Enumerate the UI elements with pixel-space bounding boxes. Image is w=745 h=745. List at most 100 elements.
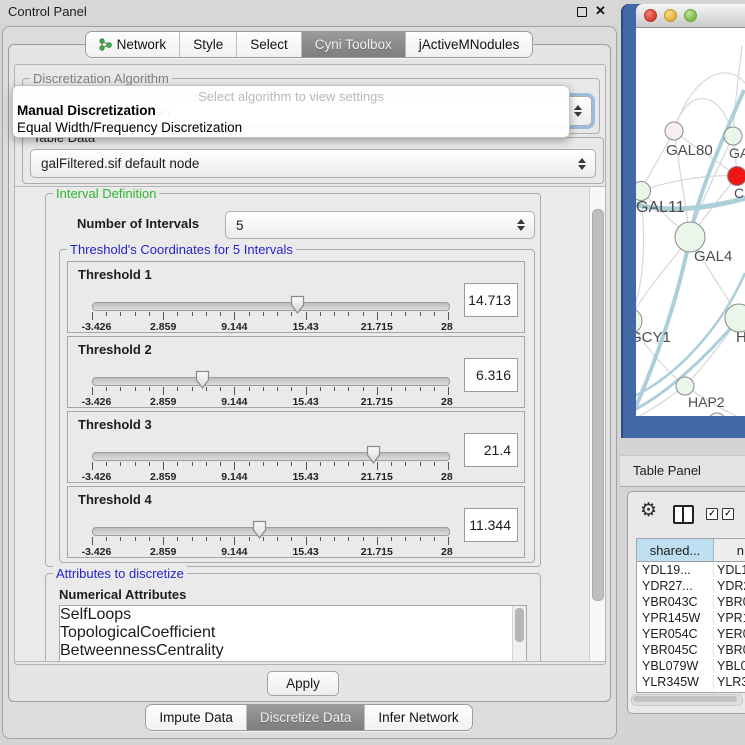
slider-tick-labels: -3.4262.8599.14415.4321.71528 [92, 396, 448, 408]
tab-label: Discretize Data [260, 710, 352, 725]
tab-impute-data[interactable]: Impute Data [146, 705, 246, 730]
settings-scrollbar-thumb[interactable] [592, 209, 604, 601]
gear-icon[interactable]: ⚙ [640, 501, 657, 520]
network-edge[interactable] [641, 176, 737, 191]
close-icon[interactable]: ✕ [595, 3, 606, 19]
list-item[interactable]: SelfLoops [60, 606, 526, 624]
popup-option-equal-width[interactable]: Equal Width/Frequency Discretization [17, 120, 242, 135]
table-horizontal-scrollbar-thumb[interactable] [633, 696, 737, 702]
threshold-label: Threshold 1 [78, 267, 152, 282]
num-intervals-combo[interactable]: 5 [225, 211, 535, 239]
threshold-slider-track[interactable] [92, 377, 450, 386]
settings-scroll-viewport: Interval Definition Number of Intervals … [14, 186, 606, 662]
attributes-scrollbar[interactable] [512, 606, 526, 662]
cell-shared-name: YPR145W [637, 611, 713, 625]
threshold-value-field[interactable]: 21.4 [464, 433, 518, 467]
tab-style[interactable]: Style [179, 32, 236, 57]
network-edge[interactable] [733, 46, 742, 136]
bottom-tab-group: Impute Data Discretize Data Infer Network [145, 704, 472, 731]
table-row[interactable]: YIL052CYIL0 [637, 690, 745, 693]
threshold-slider-thumb[interactable] [290, 295, 305, 315]
table-row[interactable]: YER054CYER0 [637, 626, 745, 642]
split-view-icon[interactable] [673, 505, 694, 524]
column-header-name[interactable]: n [714, 539, 745, 561]
popup-option-manual[interactable]: Manual Discretization [17, 103, 156, 118]
slider-tick-label: 28 [441, 321, 453, 333]
zoom-traffic-light-icon[interactable] [684, 9, 697, 22]
slider-tick-label: 15.43 [292, 396, 318, 408]
threshold-slider-track[interactable] [92, 302, 450, 311]
top-tab-bar: NetworkStyleSelect Cyni Toolbox jActiveMNo… [0, 31, 618, 58]
network-node[interactable] [725, 304, 745, 332]
threshold-value-field[interactable]: 6.316 [464, 358, 518, 392]
checkbox-icon[interactable]: ✓ [706, 508, 718, 520]
network-node[interactable] [665, 122, 683, 140]
column-header-shared-name[interactable]: shared... [637, 539, 714, 561]
settings-scrollbar[interactable] [589, 187, 605, 661]
network-node[interactable] [724, 127, 742, 145]
slider-tick-label: 21.715 [361, 471, 393, 483]
threshold-value-field[interactable]: 14.713 [464, 283, 518, 317]
tab-infer-network[interactable]: Infer Network [364, 705, 471, 730]
tab-discretize-data[interactable]: Discretize Data [246, 705, 365, 730]
slider-tick-label: 2.859 [150, 396, 176, 408]
tab-cyni-toolbox[interactable]: Cyni Toolbox [301, 32, 405, 57]
table-row[interactable]: YPR145WYPR1 [637, 610, 745, 626]
cell-name: YIL0 [713, 691, 745, 693]
network-node[interactable] [636, 182, 651, 201]
tab-label: Cyni Toolbox [315, 37, 392, 52]
list-item[interactable]: TopologicalCoefficient [60, 624, 526, 642]
attributes-scrollbar-thumb[interactable] [515, 608, 524, 642]
threshold-slider-track[interactable] [92, 452, 450, 461]
tab-network[interactable]: Network [86, 32, 180, 57]
table-data-combo[interactable]: galFiltered.sif default node [30, 149, 596, 178]
table-row[interactable]: YBR043CYBR0 [637, 594, 745, 610]
table-horizontal-scrollbar[interactable] [631, 694, 743, 706]
control-panel-titlebar: Control Panel ✕ [0, 0, 619, 24]
apply-button[interactable]: Apply [267, 671, 339, 696]
cell-shared-name: YBL079W [637, 659, 713, 673]
network-canvas[interactable]: GAL80GACGAL11GAL4GCY1HHAP2 [636, 28, 745, 416]
minimize-traffic-light-icon[interactable] [664, 9, 677, 22]
table-row[interactable]: YDR27...YDR2 [637, 578, 745, 594]
network-node[interactable] [676, 377, 694, 395]
num-intervals-label: Number of Intervals [77, 216, 199, 231]
algorithm-group-label: Discretization Algorithm [30, 71, 172, 86]
close-traffic-light-icon[interactable] [644, 9, 657, 22]
threshold-value-field[interactable]: 11.344 [464, 508, 518, 542]
top-tab-group: NetworkStyleSelect Cyni Toolbox jActiveMNo… [85, 31, 534, 58]
slider-tick-label: 2.859 [150, 546, 176, 558]
slider-tick-label: 9.144 [221, 321, 247, 333]
slider-tick-label: -3.426 [82, 321, 112, 333]
table-row[interactable]: YBR045CYBR0 [637, 642, 745, 658]
threshold-label: Threshold 4 [78, 492, 152, 507]
network-node-label: HAP2 [688, 394, 725, 410]
network-node-label: GA [729, 145, 745, 161]
float-window-icon[interactable] [577, 7, 587, 17]
checkbox-icon[interactable]: ✓ [722, 508, 734, 520]
tab-label: jActiveMNodules [419, 37, 520, 52]
threshold-slider-thumb[interactable] [195, 370, 210, 390]
num-intervals-value: 5 [226, 218, 513, 233]
table-row[interactable]: YBL079WYBL0 [637, 658, 745, 674]
table-row[interactable]: YLR345WYLR3 [637, 674, 745, 690]
tab-select[interactable]: Select [236, 32, 301, 57]
slider-tick-label: 21.715 [361, 546, 393, 558]
tab-jactivemnodules[interactable]: jActiveMNodules [405, 32, 533, 57]
threshold-slider-thumb[interactable] [366, 445, 381, 465]
slider-tick-label: -3.426 [82, 396, 112, 408]
network-node-label: GCY1 [636, 329, 671, 346]
network-node[interactable] [708, 413, 726, 416]
combo-stepper-icon [570, 105, 586, 117]
numerical-attributes-list[interactable]: SelfLoopsTopologicalCoefficientBetweenne… [59, 605, 527, 662]
table-row[interactable]: YDL19...YDL1 [637, 562, 745, 578]
slider-tick-label: 2.859 [150, 321, 176, 333]
threshold-label: Threshold 3 [78, 417, 152, 432]
network-edge[interactable] [641, 131, 674, 191]
threshold-value: 11.344 [469, 517, 511, 533]
threshold-slider-thumb[interactable] [252, 520, 267, 540]
network-node[interactable] [728, 167, 745, 186]
list-item[interactable]: BetweennessCentrality [60, 642, 526, 660]
threshold-slider-track[interactable] [92, 527, 450, 536]
threshold-value: 14.713 [468, 292, 511, 308]
